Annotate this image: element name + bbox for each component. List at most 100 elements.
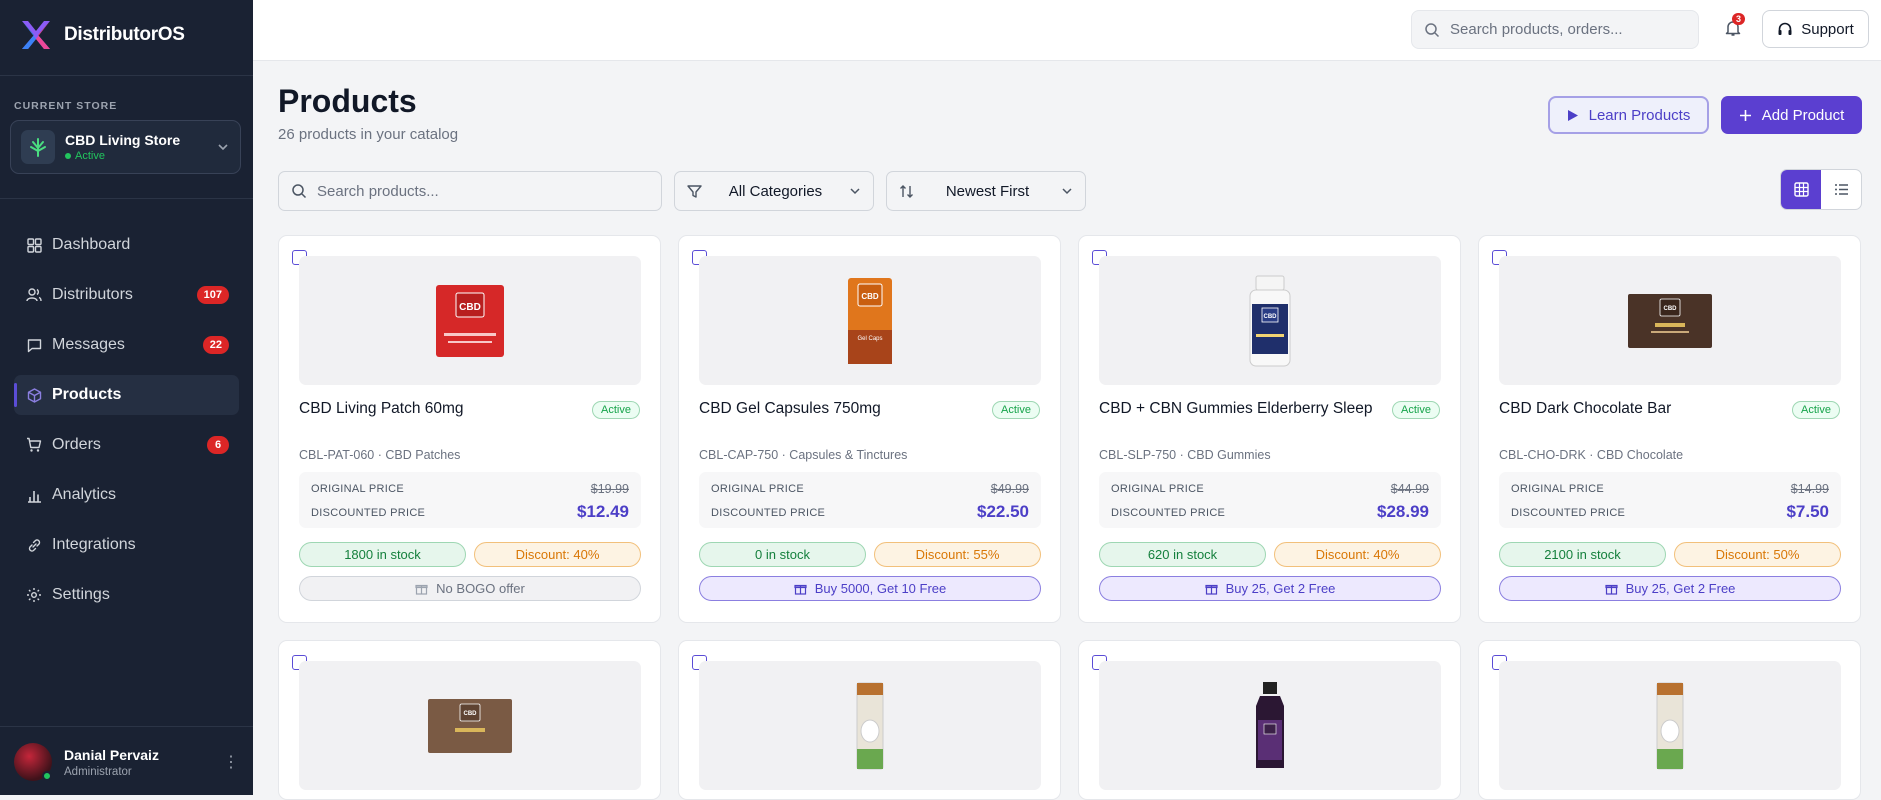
- product-card[interactable]: [678, 640, 1061, 800]
- product-search-input[interactable]: Search products...: [278, 171, 662, 211]
- status-badge: Active: [1792, 401, 1840, 419]
- product-card[interactable]: CBD CBD Living Patch 60mg Active CBL-PAT…: [278, 235, 661, 623]
- store-switcher[interactable]: CBD Living Store Active: [10, 120, 241, 174]
- product-sku: CBL-SLP-750 · CBD Gummies: [1099, 448, 1271, 462]
- product-name: CBD Living Patch 60mg: [299, 400, 464, 417]
- page-subtitle: 26 products in your catalog: [278, 126, 459, 143]
- link-icon: [26, 537, 42, 553]
- original-price-label: ORIGINAL PRICE: [1111, 483, 1205, 495]
- store-section-label: CURRENT STORE: [14, 100, 118, 112]
- svg-text:CBD: CBD: [1264, 314, 1278, 320]
- product-card[interactable]: CBD: [278, 640, 661, 800]
- bogo-badge: No BOGO offer: [299, 576, 641, 601]
- chevron-down-icon: [850, 188, 860, 195]
- notifications-button[interactable]: 3: [1721, 13, 1746, 40]
- product-card[interactable]: CBD CBD + CBN Gummies Elderberry Sleep A…: [1078, 235, 1461, 623]
- discounted-price: $22.50: [977, 502, 1029, 521]
- global-search-input[interactable]: Search products, orders...: [1411, 10, 1699, 49]
- bogo-label: Buy 25, Get 2 Free: [1625, 581, 1736, 596]
- sort-value: Newest First: [945, 182, 1030, 200]
- search-placeholder: Search products, orders...: [1450, 21, 1623, 38]
- sidebar-item-integrations[interactable]: Integrations: [14, 525, 239, 565]
- stock-badge: 2100 in stock: [1499, 542, 1666, 567]
- sidebar-item-label: Settings: [52, 586, 110, 603]
- list-view-button[interactable]: [1821, 170, 1861, 209]
- sidebar-item-label: Orders: [52, 436, 101, 453]
- stock-badge: 620 in stock: [1099, 542, 1266, 567]
- gift-icon: [794, 584, 807, 595]
- product-name: CBD Gel Capsules 750mg: [699, 400, 881, 417]
- discounted-price: $7.50: [1786, 502, 1829, 521]
- box-icon: [26, 387, 42, 403]
- product-name: CBD Dark Chocolate Bar: [1499, 400, 1672, 417]
- svg-text:CBD: CBD: [464, 711, 478, 717]
- sidebar-item-orders[interactable]: Orders 6: [14, 425, 239, 465]
- learn-products-button[interactable]: Learn Products: [1548, 96, 1709, 134]
- sidebar-item-settings[interactable]: Settings: [14, 575, 239, 615]
- discounted-price-label: DISCOUNTED PRICE: [1111, 507, 1226, 519]
- svg-text:CBD: CBD: [861, 292, 879, 301]
- category-filter-select[interactable]: All Categories: [674, 171, 874, 211]
- count-badge: 107: [196, 286, 229, 304]
- sidebar-item-analytics[interactable]: Analytics: [14, 475, 239, 515]
- product-name: CBD + CBN Gummies Elderberry Sleep: [1099, 400, 1373, 417]
- product-image: CBD: [299, 256, 641, 385]
- sidebar-item-messages[interactable]: Messages 22: [14, 325, 239, 365]
- gift-icon: [1604, 584, 1618, 595]
- add-product-label: Add Product: [1761, 106, 1845, 124]
- divider: [0, 75, 253, 76]
- original-price: $14.99: [1790, 482, 1829, 496]
- status-badge: Active: [1392, 401, 1440, 419]
- status-badge: Active: [592, 401, 640, 419]
- bogo-label: Buy 5000, Get 10 Free: [814, 581, 947, 596]
- discount-badge: Discount: 55%: [874, 542, 1041, 567]
- sort-select[interactable]: Newest First: [886, 171, 1086, 211]
- gift-icon: [415, 584, 428, 595]
- svg-text:CBD: CBD: [459, 302, 481, 313]
- chart-icon: [26, 487, 42, 503]
- filter-icon: [687, 184, 702, 198]
- sidebar-item-label: Integrations: [52, 536, 136, 553]
- sidebar-item-dashboard[interactable]: Dashboard: [14, 225, 239, 265]
- product-card[interactable]: CBD CBD Dark Chocolate Bar Active CBL-CH…: [1478, 235, 1861, 623]
- add-product-button[interactable]: Add Product: [1721, 96, 1862, 134]
- app-name: DistributorOS: [64, 24, 185, 45]
- grid-view-button[interactable]: [1781, 170, 1821, 209]
- cart-icon: [26, 437, 42, 453]
- product-card[interactable]: [1478, 640, 1861, 800]
- bogo-label: Buy 25, Get 2 Free: [1225, 581, 1336, 596]
- user-profile[interactable]: Danial Pervaiz Administrator ⋮: [14, 743, 239, 781]
- search-icon: [292, 184, 307, 199]
- brand[interactable]: DistributorOS: [18, 17, 185, 53]
- sidebar-item-products[interactable]: Products: [14, 375, 239, 415]
- page-title: Products: [278, 83, 417, 119]
- support-button[interactable]: Support: [1762, 10, 1869, 48]
- play-icon: [1567, 109, 1578, 121]
- gift-icon: [1204, 584, 1218, 595]
- product-card[interactable]: CBD Gel Caps CBD Gel Capsules 750mg Activ…: [678, 235, 1061, 623]
- discounted-price-label: DISCOUNTED PRICE: [711, 507, 826, 519]
- svg-text:Gel Caps: Gel Caps: [857, 336, 882, 342]
- bogo-badge: Buy 25, Get 2 Free: [1499, 576, 1841, 601]
- product-card[interactable]: [1078, 640, 1461, 800]
- support-label: Support: [1801, 20, 1854, 38]
- sidebar-item-distributors[interactable]: Distributors 107: [14, 275, 239, 315]
- grid-icon: [1793, 182, 1809, 197]
- learn-products-label: Learn Products: [1588, 106, 1691, 124]
- store-logo: [21, 130, 55, 164]
- sidebar-item-label: Analytics: [52, 486, 117, 503]
- gear-icon: [26, 587, 42, 603]
- sidebar-item-label: Messages: [52, 336, 125, 353]
- users-icon: [26, 287, 42, 303]
- more-vertical-icon[interactable]: ⋮: [223, 752, 239, 772]
- topbar: Search products, orders... 3 Support: [253, 0, 1881, 61]
- svg-text:CBD: CBD: [1664, 306, 1678, 312]
- store-status: Active: [65, 150, 206, 162]
- stock-badge: 0 in stock: [699, 542, 866, 567]
- divider: [0, 726, 253, 727]
- count-badge: 22: [202, 336, 229, 354]
- sidebar-item-label: Dashboard: [52, 236, 131, 253]
- online-indicator: [42, 771, 52, 781]
- logo-icon: [22, 21, 50, 49]
- search-icon: [1425, 22, 1440, 37]
